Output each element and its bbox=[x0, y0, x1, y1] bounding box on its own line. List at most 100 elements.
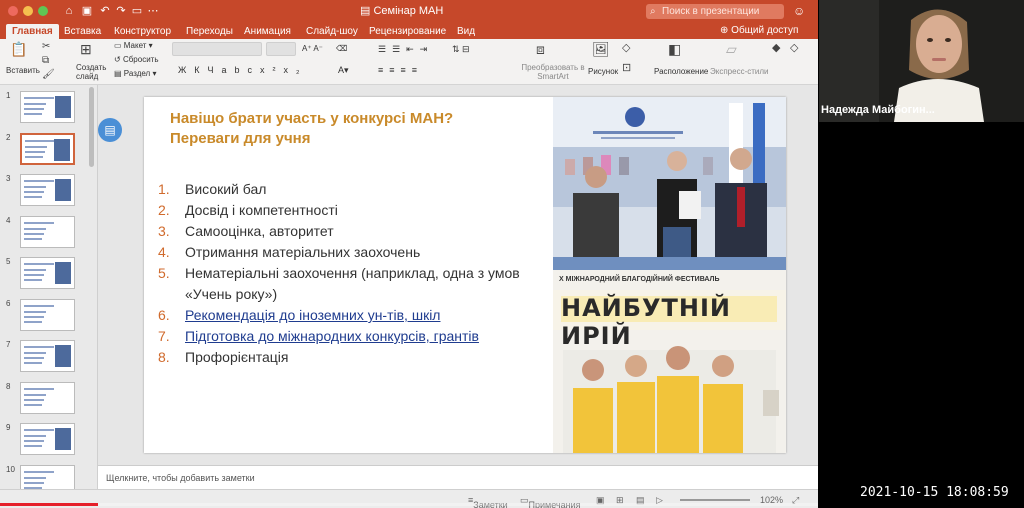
participant-name: Надежда Майбогин... bbox=[821, 104, 935, 116]
thumbnail-text-line bbox=[24, 352, 46, 354]
textbox-icon[interactable]: ⊡ bbox=[622, 61, 631, 74]
text-style-buttons[interactable]: ЖКЧabcx²x₂ bbox=[178, 65, 308, 75]
arrange-icon[interactable]: ◧ bbox=[668, 41, 681, 58]
slide-thumbnail[interactable] bbox=[20, 132, 75, 165]
thumbnail-text-line bbox=[24, 97, 54, 99]
tab-design[interactable]: Конструктор bbox=[108, 24, 177, 39]
section-button[interactable]: ▤ Раздел ▾ bbox=[114, 69, 156, 78]
font-grow-icon[interactable]: A⁺ A⁻ bbox=[302, 44, 323, 53]
cut-icon[interactable]: ✂ bbox=[42, 41, 50, 52]
list-item-number: 8. bbox=[158, 349, 170, 365]
thumbnail-number: 10 bbox=[6, 464, 15, 474]
thumbnail-text-line bbox=[24, 279, 42, 281]
list-item-number: 3. bbox=[158, 223, 170, 239]
thumbnail-picture bbox=[55, 262, 71, 284]
reset-button[interactable]: ↺ Сбросить bbox=[114, 55, 159, 64]
list-item: 8. Профорієнтація bbox=[158, 347, 558, 368]
slide-thumbnail[interactable] bbox=[20, 423, 75, 455]
quick-styles-label: Экспресс-стили bbox=[710, 67, 769, 76]
format-painter-icon[interactable]: 🖌 bbox=[42, 69, 55, 80]
thumbnail-text-line bbox=[24, 315, 44, 318]
thumbnail-picture bbox=[54, 138, 70, 161]
font-color-icon[interactable]: A▾ bbox=[338, 65, 349, 76]
smartart-icon[interactable]: ⧈ bbox=[536, 41, 545, 58]
list-item: 2. Досвід і компетентності bbox=[158, 200, 558, 221]
search-input[interactable]: ⌕ Поиск в презентации bbox=[646, 4, 784, 19]
fill-icon[interactable]: ◆ bbox=[772, 41, 780, 54]
list-item-link[interactable]: Підготовка до міжнародних конкурсів, гра… bbox=[185, 328, 479, 344]
present-icon[interactable]: ▭ bbox=[130, 4, 144, 18]
more-icon[interactable]: ⋯ bbox=[146, 4, 160, 18]
slide-title[interactable]: Навіщо брати участь у конкурсі МАН? Пере… bbox=[170, 109, 530, 149]
minimize-window-button[interactable] bbox=[23, 6, 33, 16]
video-progress-bar[interactable] bbox=[0, 503, 818, 506]
thumbnail-scrollbar[interactable] bbox=[89, 87, 94, 167]
slide-thumbnail[interactable] bbox=[20, 381, 75, 414]
thumbnail-number: 5 bbox=[6, 257, 11, 266]
feedback-icon[interactable]: ☺ bbox=[793, 4, 805, 18]
thumbnail-text-line bbox=[24, 320, 42, 323]
slide-overview-icon[interactable]: ▤ bbox=[98, 118, 122, 142]
alignment-buttons[interactable]: ≡≡≡≡ bbox=[378, 65, 423, 75]
clear-format-icon[interactable]: ⌫ bbox=[336, 44, 347, 53]
powerpoint-window: ⌂ ▣ ↶ ↷ ▭ ⋯ ▤ Семінар МАН ⌕ Поиск в през… bbox=[0, 0, 818, 508]
shapes-icon[interactable]: ◇ bbox=[622, 41, 630, 54]
close-window-button[interactable] bbox=[8, 6, 18, 16]
copy-icon[interactable]: ⧉ bbox=[42, 55, 49, 66]
slide-thumbnail[interactable] bbox=[20, 257, 75, 289]
thumbnail-text-line bbox=[24, 108, 44, 110]
home-icon[interactable]: ⌂ bbox=[62, 4, 76, 18]
list-item: 4. Отримання матеріальних заохочень bbox=[158, 242, 558, 263]
text-direction-icon[interactable]: ⇅ ⊟ bbox=[452, 44, 470, 55]
tab-home[interactable]: Главная bbox=[6, 24, 59, 39]
zoom-window-button[interactable] bbox=[38, 6, 48, 16]
save-icon[interactable]: ▣ bbox=[80, 4, 94, 18]
thumbnail-text-line bbox=[24, 362, 42, 364]
redo-icon[interactable]: ↷ bbox=[114, 4, 128, 18]
festival-photo[interactable]: X МІЖНАРОДНИЙ БЛАГОДІЙНИЙ ФЕСТИВАЛЬ НАЙБ… bbox=[553, 270, 786, 453]
list-item-link[interactable]: Рекомендація до іноземних ун-тів, шкіл bbox=[185, 307, 440, 323]
thumbnail-text-line bbox=[24, 191, 44, 193]
list-item[interactable]: 7. Підготовка до міжнародних конкурсів, г… bbox=[158, 326, 558, 347]
picture-icon[interactable]: 🖼 bbox=[592, 41, 610, 58]
zoom-slider[interactable] bbox=[680, 499, 750, 501]
thumbnail-text-line bbox=[24, 274, 44, 276]
layout-button[interactable]: ▭ Макет ▾ bbox=[114, 41, 153, 50]
list-item[interactable]: 6. Рекомендація до іноземних ун-тів, шкіл bbox=[158, 305, 558, 326]
tab-review[interactable]: Рецензирование bbox=[363, 24, 452, 39]
list-buttons[interactable]: ☰☰⇤⇥ bbox=[378, 44, 433, 55]
slide-thumbnail[interactable] bbox=[20, 174, 75, 206]
tab-transitions[interactable]: Переходы bbox=[180, 24, 239, 39]
quick-styles-icon[interactable]: ▱ bbox=[726, 41, 737, 58]
thumbnail-text-line bbox=[24, 435, 46, 437]
thumbnail-text-line bbox=[24, 357, 44, 359]
new-slide-icon[interactable]: ⊞ bbox=[80, 41, 92, 58]
slide-thumbnail[interactable] bbox=[20, 215, 75, 248]
festival-name: НАЙБУТНІЙ ИРІЙ bbox=[561, 294, 732, 350]
current-slide[interactable]: Навіщо брати участь у конкурсі МАН? Пере… bbox=[144, 97, 786, 453]
thumbnail-text-line bbox=[24, 476, 46, 479]
tab-animation[interactable]: Анимация bbox=[238, 24, 297, 39]
paste-label: Вставить bbox=[6, 66, 40, 75]
share-button[interactable]: ⊕ Общий доступ bbox=[720, 25, 798, 36]
benefits-list[interactable]: 1. Високий бал 2. Досвід і компетентності 3.… bbox=[158, 179, 558, 368]
outline-icon[interactable]: ◇ bbox=[790, 41, 798, 54]
tab-view[interactable]: Вид bbox=[451, 24, 481, 39]
award-photo[interactable] bbox=[553, 97, 786, 270]
tab-insert[interactable]: Вставка bbox=[58, 24, 107, 39]
thumbnail-text-line bbox=[24, 237, 42, 240]
slide-thumbnail[interactable] bbox=[20, 298, 75, 331]
font-size-select[interactable] bbox=[266, 42, 296, 56]
notes-pane[interactable]: Щелкните, чтобы добавить заметки bbox=[98, 465, 818, 489]
list-item-text: Отримання матеріальних заохочень bbox=[185, 244, 421, 260]
paste-icon[interactable]: 📋 bbox=[10, 41, 27, 58]
slide-thumbnail[interactable] bbox=[20, 340, 75, 372]
thumbnail-text-line bbox=[24, 481, 44, 484]
font-family-select[interactable] bbox=[172, 42, 262, 56]
thumbnail-text-line bbox=[24, 196, 42, 198]
slide-thumbnail[interactable] bbox=[20, 91, 75, 123]
slide-editing-area: ▤ Навіщо брати участь у конкурсі МАН? Пе… bbox=[98, 85, 818, 465]
list-item-text: Самооцінка, авторитет bbox=[185, 223, 334, 239]
tab-slideshow[interactable]: Слайд-шоу bbox=[300, 24, 364, 39]
undo-icon[interactable]: ↶ bbox=[98, 4, 112, 18]
